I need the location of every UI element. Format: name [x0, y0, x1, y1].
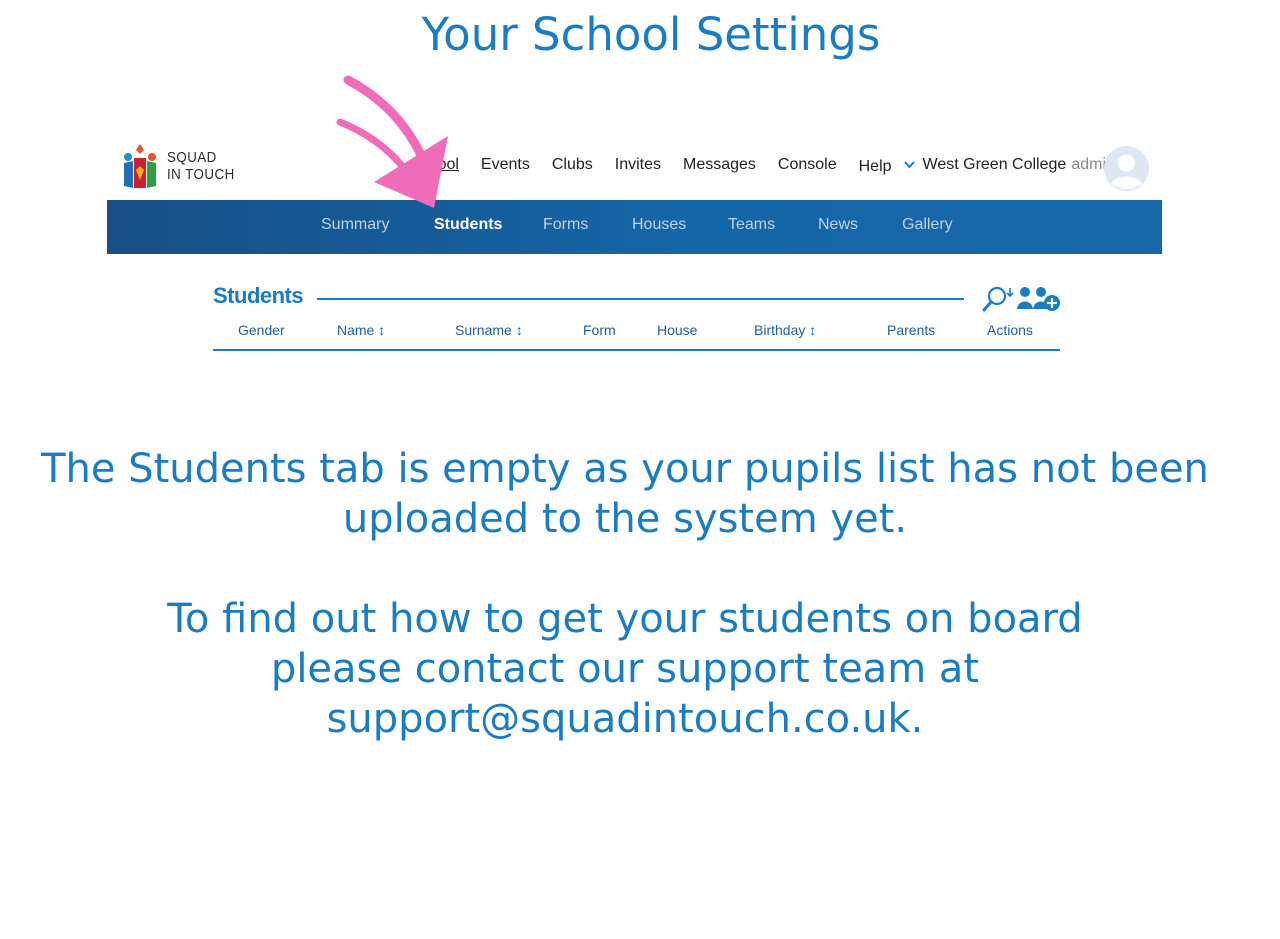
school-selector[interactable]: West Green College [923, 156, 1067, 174]
school-subnav: Summary Students Forms Houses Teams News… [107, 200, 1162, 254]
students-section-title: Students [213, 283, 304, 308]
tab-teams[interactable]: Teams [728, 216, 775, 234]
squad-in-touch-logo-icon [124, 144, 156, 188]
message-line-3: To find out how to get your students on … [167, 596, 1083, 642]
chevron-down-icon[interactable] [903, 158, 915, 172]
nav-events[interactable]: Events [481, 156, 530, 174]
column-name[interactable]: Name ↕ [337, 322, 385, 338]
search-filter-icon[interactable] [982, 285, 1014, 313]
add-student-icon[interactable] [1016, 285, 1062, 313]
page: Your School Settings SQUAD IN TOUCH Scho… [0, 0, 1280, 939]
column-parents: Parents [887, 322, 936, 338]
user-avatar-icon[interactable] [1104, 146, 1149, 191]
column-house: House [657, 322, 698, 338]
tab-gallery[interactable]: Gallery [902, 216, 953, 234]
message-line-1: The Students tab is empty as your pupils… [41, 446, 1209, 492]
top-navigation: School Events Clubs Invites Messages Con… [410, 156, 1115, 176]
logo-line-1: SQUAD [167, 150, 217, 166]
column-actions: Actions [987, 322, 1033, 338]
page-title: Your School Settings [421, 8, 881, 61]
tab-forms[interactable]: Forms [543, 216, 588, 234]
message-line-4: please contact our support team at [270, 646, 980, 692]
tab-students[interactable]: Students [434, 216, 502, 234]
nav-help[interactable]: Help [859, 158, 892, 176]
nav-console[interactable]: Console [778, 156, 837, 174]
column-form: Form [583, 322, 616, 338]
tab-houses[interactable]: Houses [632, 216, 686, 234]
logo[interactable]: SQUAD IN TOUCH [121, 144, 241, 190]
column-gender: Gender [238, 322, 285, 338]
tab-news[interactable]: News [818, 216, 858, 234]
pink-arrow-icon [336, 75, 448, 208]
nav-messages[interactable]: Messages [683, 156, 756, 174]
tab-summary[interactable]: Summary [321, 216, 389, 234]
title-divider [317, 298, 964, 300]
column-birthday[interactable]: Birthday ↕ [754, 322, 816, 338]
support-email: support@squadintouch.co.uk. [326, 696, 924, 742]
logo-text: SQUAD IN TOUCH [167, 150, 235, 184]
table-header-divider [213, 349, 1060, 351]
logo-line-2: IN TOUCH [167, 167, 235, 183]
message-line-2: uploaded to the system yet. [342, 496, 908, 542]
nav-invites[interactable]: Invites [615, 156, 661, 174]
column-surname[interactable]: Surname ↕ [455, 322, 523, 338]
nav-clubs[interactable]: Clubs [552, 156, 593, 174]
